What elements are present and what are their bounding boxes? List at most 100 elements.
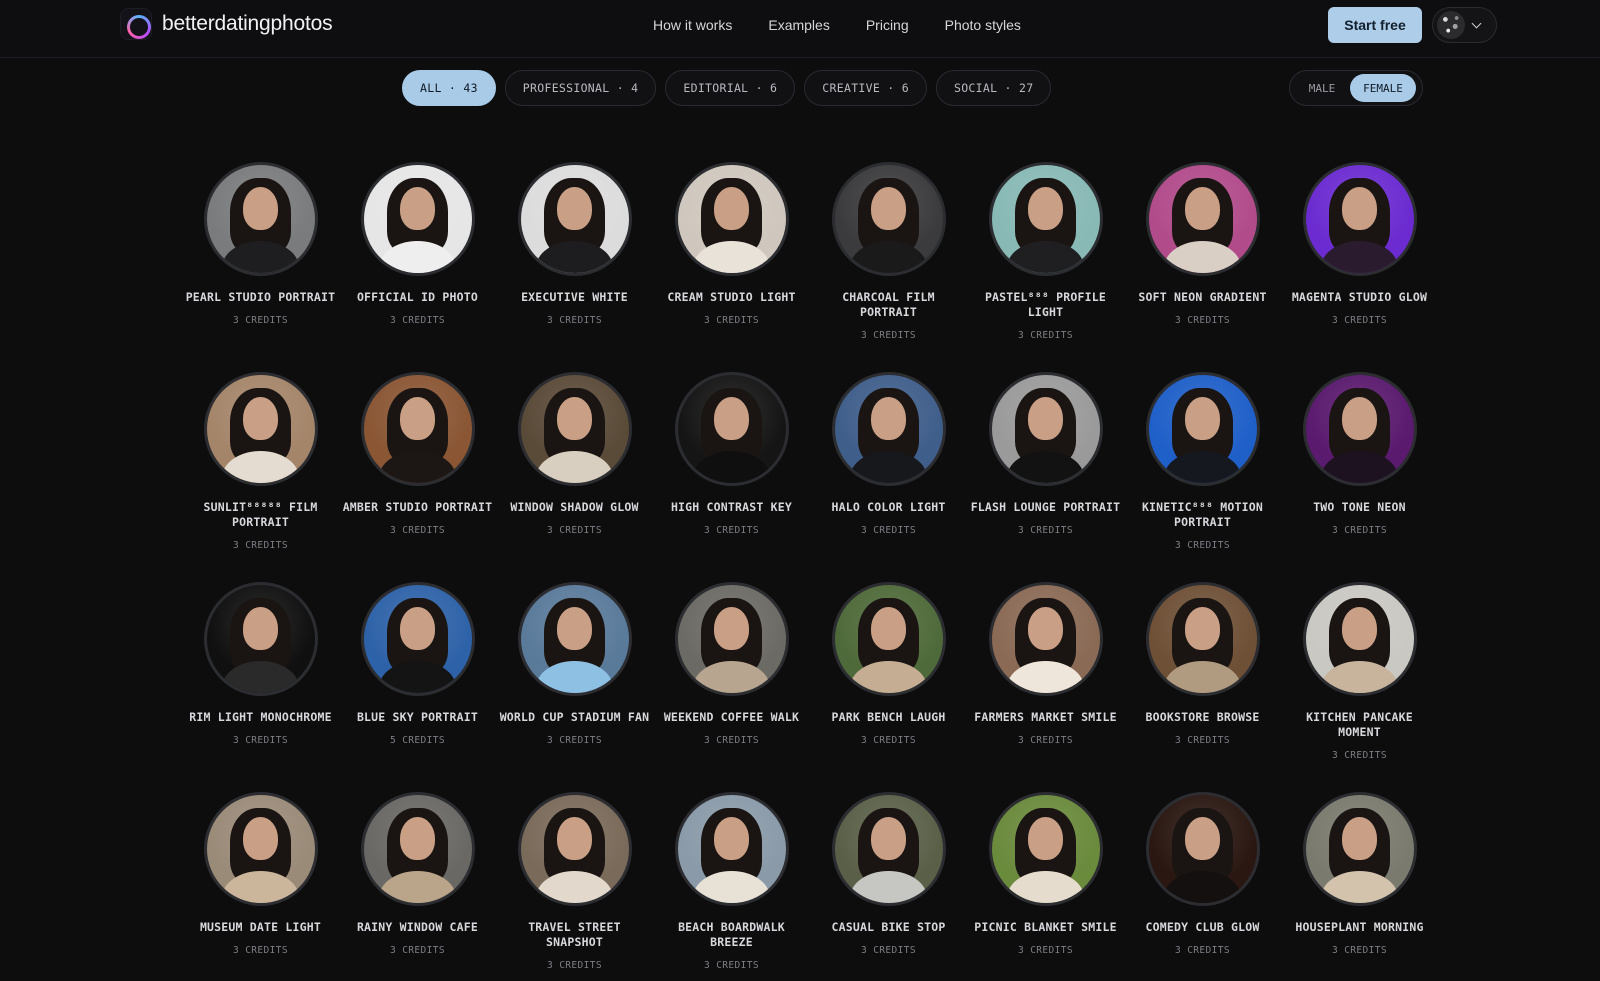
thumbnail-outfit xyxy=(1163,240,1242,273)
style-thumbnail xyxy=(1148,165,1257,273)
style-card[interactable]: TRAVEL STREET SNAPSHOT 3 CREDITS xyxy=(496,792,653,981)
style-credits: 3 CREDITS xyxy=(1174,315,1231,326)
style-name: HOUSEPLANT MORNING xyxy=(1295,920,1424,934)
filter-chip-all[interactable]: ALL · 43 xyxy=(402,70,496,106)
style-name: CHARCOAL FILM PORTRAIT xyxy=(842,290,935,319)
filter-chip-social[interactable]: SOCIAL · 27 xyxy=(935,70,1052,106)
style-thumbnail xyxy=(520,165,629,273)
thumbnail-outfit xyxy=(378,240,457,273)
style-credits: 3 CREDITS xyxy=(389,315,446,326)
style-card[interactable]: SOFT NEON GRADIENT 3 CREDITS xyxy=(1124,162,1281,372)
style-credits: 3 CREDITS xyxy=(546,735,603,746)
style-card[interactable]: KITCHEN PANCAKE MOMENT 3 CREDITS xyxy=(1281,582,1438,792)
filter-chip-editorial[interactable]: EDITORIAL · 6 xyxy=(665,70,796,106)
thumbnail-outfit xyxy=(692,660,771,693)
thumbnail-outfit xyxy=(378,870,457,903)
style-thumbnail-ring xyxy=(988,372,1103,486)
brand-logo[interactable]: betterdatingphotos xyxy=(120,8,333,40)
style-thumbnail-ring xyxy=(674,792,789,906)
style-card[interactable]: RAINY WINDOW CAFE 3 CREDITS xyxy=(339,792,496,981)
style-credits: 5 CREDITS xyxy=(389,735,446,746)
style-card[interactable]: PEARL STUDIO PORTRAIT 3 CREDITS xyxy=(182,162,339,372)
style-thumbnail xyxy=(1148,795,1257,903)
style-credits: 3 CREDITS xyxy=(1331,315,1388,326)
style-card[interactable]: BOOKSTORE BROWSE 3 CREDITS xyxy=(1124,582,1281,792)
style-thumbnail xyxy=(677,585,786,693)
start-free-button[interactable]: Start free xyxy=(1328,7,1422,43)
style-credits: 3 CREDITS xyxy=(1174,945,1231,956)
style-thumbnail xyxy=(834,165,943,273)
style-card[interactable]: WINDOW SHADOW GLOW 3 CREDITS xyxy=(496,372,653,582)
nav-link-pricing[interactable]: Pricing xyxy=(866,17,909,33)
style-thumbnail xyxy=(520,585,629,693)
style-thumbnail xyxy=(206,795,315,903)
style-credits: 3 CREDITS xyxy=(546,525,603,536)
style-card[interactable]: COMEDY CLUB GLOW 3 CREDITS xyxy=(1124,792,1281,981)
style-thumbnail-ring xyxy=(831,372,946,486)
style-name: RIM LIGHT MONOCHROME xyxy=(189,710,332,724)
style-credits: 3 CREDITS xyxy=(860,525,917,536)
style-name: MAGENTA STUDIO GLOW xyxy=(1291,290,1428,304)
style-card[interactable]: PICNIC BLANKET SMILE 3 CREDITS xyxy=(967,792,1124,981)
thumbnail-outfit xyxy=(849,870,928,903)
style-name: COMEDY CLUB GLOW xyxy=(1145,920,1260,934)
style-thumbnail-ring xyxy=(203,162,318,276)
style-card[interactable]: CREAM STUDIO LIGHT 3 CREDITS xyxy=(653,162,810,372)
account-menu[interactable] xyxy=(1432,7,1497,43)
style-card[interactable]: SUNLIT⁸⁸⁸⁸⁸ FILM PORTRAIT 3 CREDITS xyxy=(182,372,339,582)
style-card[interactable]: FARMERS MARKET SMILE 3 CREDITS xyxy=(967,582,1124,792)
style-card[interactable]: KINETIC⁸⁸⁸ MOTION PORTRAIT 3 CREDITS xyxy=(1124,372,1281,582)
thumbnail-outfit xyxy=(849,660,928,693)
style-card[interactable]: BLUE SKY PORTRAIT 5 CREDITS xyxy=(339,582,496,792)
style-card[interactable]: HOUSEPLANT MORNING 3 CREDITS xyxy=(1281,792,1438,981)
nav-link-examples[interactable]: Examples xyxy=(768,17,829,33)
style-thumbnail xyxy=(677,165,786,273)
style-card[interactable]: OFFICIAL ID PHOTO 3 CREDITS xyxy=(339,162,496,372)
style-card[interactable]: CHARCOAL FILM PORTRAIT 3 CREDITS xyxy=(810,162,967,372)
style-thumbnail xyxy=(991,585,1100,693)
thumbnail-outfit xyxy=(1163,450,1242,483)
style-card[interactable]: HALO COLOR LIGHT 3 CREDITS xyxy=(810,372,967,582)
style-thumbnail-ring xyxy=(988,792,1103,906)
style-name: MUSEUM DATE LIGHT xyxy=(199,920,322,934)
style-thumbnail xyxy=(834,585,943,693)
style-card[interactable]: BEACH BOARDWALK BREEZE 3 CREDITS xyxy=(653,792,810,981)
thumbnail-outfit xyxy=(692,870,771,903)
gender-female-button[interactable]: FEMALE xyxy=(1350,74,1416,102)
style-card[interactable]: EXECUTIVE WHITE 3 CREDITS xyxy=(496,162,653,372)
thumbnail-outfit xyxy=(378,450,457,483)
style-thumbnail-ring xyxy=(1302,792,1417,906)
style-card[interactable]: PARK BENCH LAUGH 3 CREDITS xyxy=(810,582,967,792)
style-card[interactable]: WORLD CUP STADIUM FAN 3 CREDITS xyxy=(496,582,653,792)
gender-male-button[interactable]: MALE xyxy=(1294,74,1350,102)
thumbnail-outfit xyxy=(1320,660,1399,693)
filter-chip-professional[interactable]: PROFESSIONAL · 4 xyxy=(504,70,657,106)
style-thumbnail-ring xyxy=(517,162,632,276)
style-thumbnail xyxy=(206,585,315,693)
style-card[interactable]: TWO TONE NEON 3 CREDITS xyxy=(1281,372,1438,582)
style-card[interactable]: MUSEUM DATE LIGHT 3 CREDITS xyxy=(182,792,339,981)
style-thumbnail xyxy=(1148,375,1257,483)
style-thumbnail-ring xyxy=(360,792,475,906)
style-card[interactable]: RIM LIGHT MONOCHROME 3 CREDITS xyxy=(182,582,339,792)
style-card[interactable]: WEEKEND COFFEE WALK 3 CREDITS xyxy=(653,582,810,792)
thumbnail-outfit xyxy=(1163,870,1242,903)
style-name: TWO TONE NEON xyxy=(1313,500,1406,514)
nav-link-how-it-works[interactable]: How it works xyxy=(653,17,732,33)
style-credits: 3 CREDITS xyxy=(1174,540,1231,551)
style-card[interactable]: CASUAL BIKE STOP 3 CREDITS xyxy=(810,792,967,981)
main-nav: How it works Examples Pricing Photo styl… xyxy=(653,17,1021,33)
nav-link-photo-styles[interactable]: Photo styles xyxy=(945,17,1021,33)
style-card[interactable]: AMBER STUDIO PORTRAIT 3 CREDITS xyxy=(339,372,496,582)
style-card[interactable]: HIGH CONTRAST KEY 3 CREDITS xyxy=(653,372,810,582)
filter-chip-creative[interactable]: CREATIVE · 6 xyxy=(804,70,927,106)
style-thumbnail xyxy=(991,165,1100,273)
style-thumbnail-ring xyxy=(831,162,946,276)
style-name: BEACH BOARDWALK BREEZE xyxy=(678,920,785,949)
style-thumbnail xyxy=(206,375,315,483)
style-card[interactable]: MAGENTA STUDIO GLOW 3 CREDITS xyxy=(1281,162,1438,372)
style-card[interactable]: FLASH LOUNGE PORTRAIT 3 CREDITS xyxy=(967,372,1124,582)
thumbnail-outfit xyxy=(1006,240,1085,273)
style-thumbnail-ring xyxy=(1145,372,1260,486)
style-card[interactable]: PASTEL⁸⁸⁸ PROFILE LIGHT 3 CREDITS xyxy=(967,162,1124,372)
